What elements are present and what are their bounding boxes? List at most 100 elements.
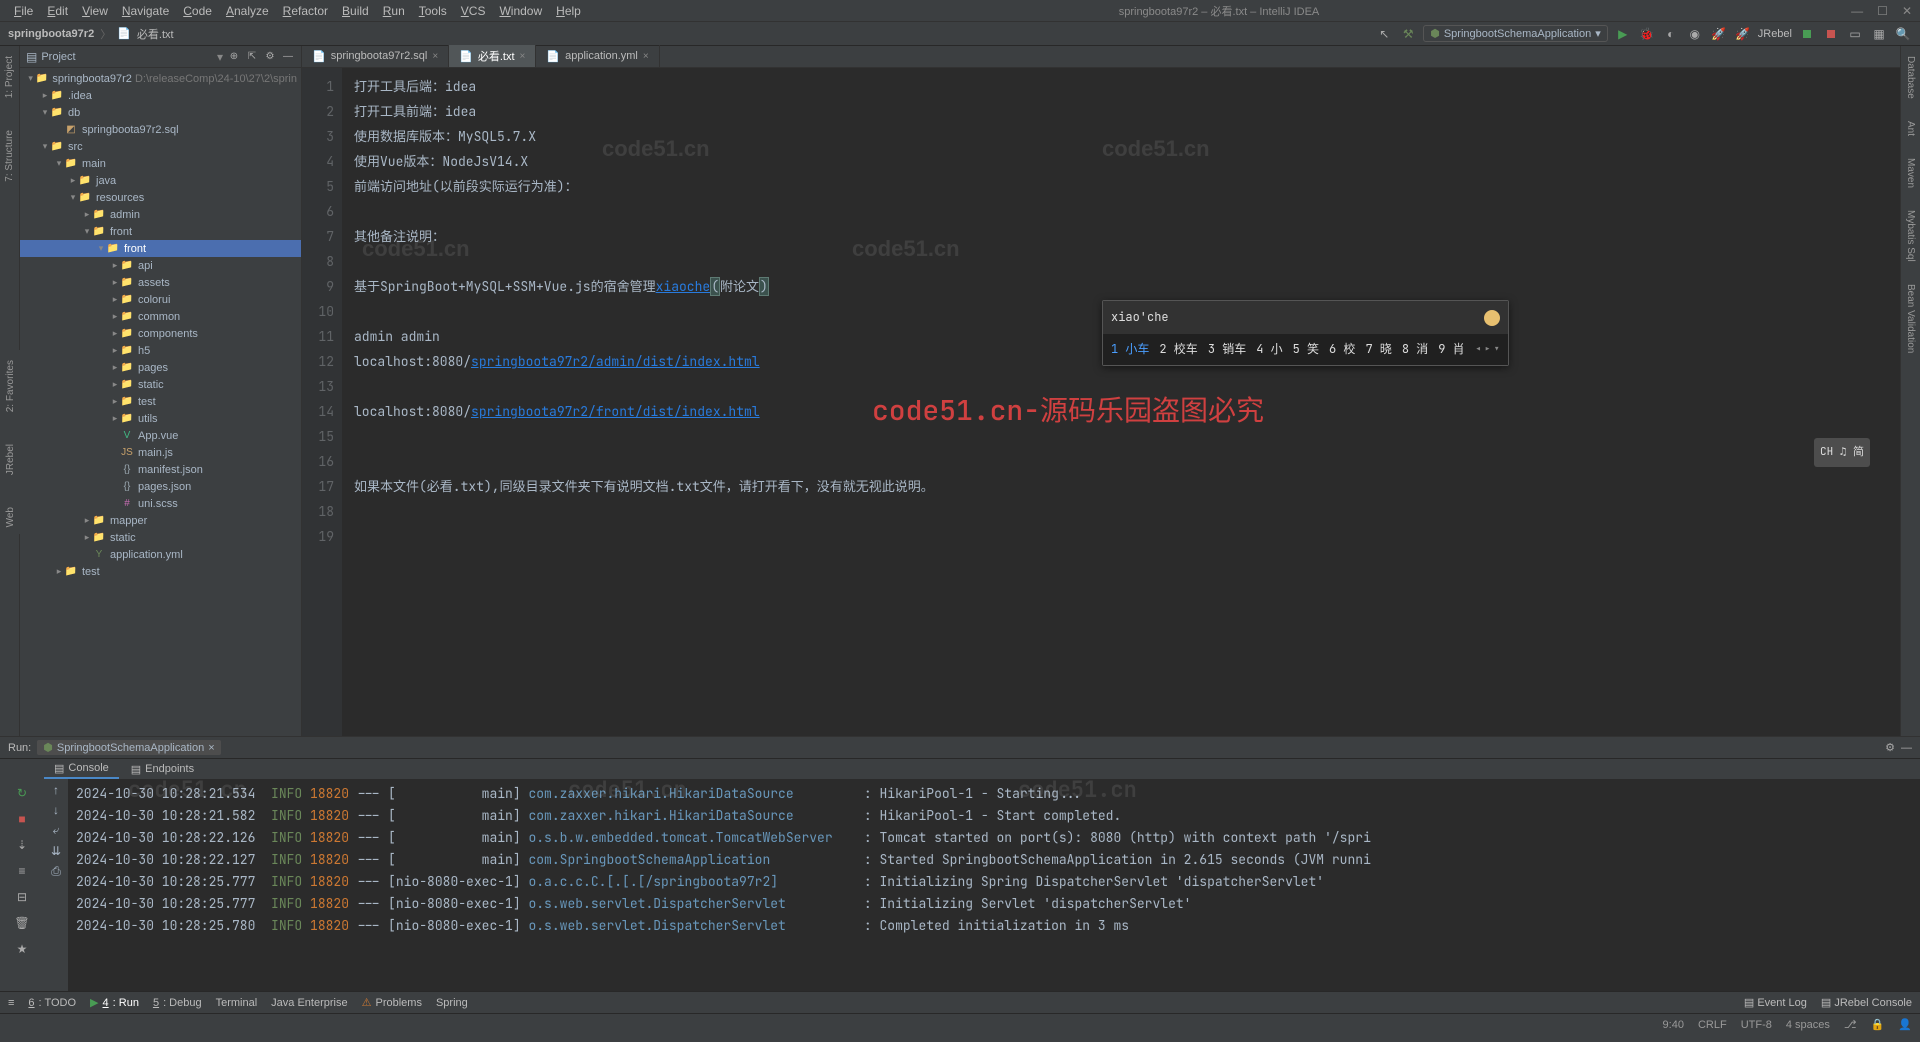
- stop-icon[interactable]: ■: [12, 809, 32, 829]
- menu-build[interactable]: Build: [336, 2, 375, 20]
- tree-node[interactable]: ▸📁test: [20, 563, 301, 580]
- tree-node[interactable]: ▸📁static: [20, 529, 301, 546]
- hammer-icon[interactable]: ⚒: [1399, 25, 1417, 43]
- profile-icon[interactable]: ◉: [1686, 25, 1704, 43]
- tree-node[interactable]: ▸📁pages: [20, 359, 301, 376]
- rerun-icon[interactable]: ↻: [12, 783, 32, 803]
- tree-node[interactable]: ▸📁static: [20, 376, 301, 393]
- back-icon[interactable]: ↖: [1375, 25, 1393, 43]
- tree-node[interactable]: ▾📁front: [20, 223, 301, 240]
- tree-node[interactable]: JSmain.js: [20, 444, 301, 461]
- bottom-tab[interactable]: Terminal: [216, 997, 258, 1009]
- tree-node[interactable]: ▸📁h5: [20, 342, 301, 359]
- project-tree[interactable]: ▾📁springboota97r2 D:\releaseComp\24-10\2…: [20, 68, 301, 736]
- menu-vcs[interactable]: VCS: [455, 2, 492, 20]
- bottom-tab[interactable]: ▤ Event Log: [1744, 996, 1807, 1009]
- bottom-tab[interactable]: ▶ 4: Run: [90, 996, 139, 1009]
- minimize-icon[interactable]: —: [1851, 4, 1863, 18]
- scroll-icon[interactable]: ⇊: [51, 844, 61, 858]
- ime-popup[interactable]: xiao'che 1 小车2 校车3 销车4 小5 笑6 校7 晓8 消9 肖◂…: [1102, 300, 1509, 366]
- encoding[interactable]: UTF-8: [1741, 1019, 1772, 1031]
- tree-node[interactable]: {}pages.json: [20, 478, 301, 495]
- run-icon[interactable]: ▶: [1614, 25, 1632, 43]
- menu-help[interactable]: Help: [550, 2, 587, 20]
- tree-node[interactable]: ▸📁common: [20, 308, 301, 325]
- console-output[interactable]: code51.cn code51.cn code51.cn 2024-10-30…: [68, 779, 1920, 991]
- menu-file[interactable]: File: [8, 2, 39, 20]
- editor-tab[interactable]: 📄springboota97r2.sql×: [302, 45, 449, 67]
- bottom-tab[interactable]: ≡: [8, 997, 14, 1009]
- print-icon[interactable]: ⎙: [51, 864, 61, 879]
- tree-node[interactable]: ▸📁admin: [20, 206, 301, 223]
- ime-candidates[interactable]: 1 小车2 校车3 销车4 小5 笑6 校7 晓8 消9 肖◂▸▾: [1103, 334, 1508, 365]
- maximize-icon[interactable]: ☐: [1877, 4, 1888, 18]
- eol[interactable]: CRLF: [1698, 1019, 1727, 1031]
- tree-node[interactable]: ▸📁api: [20, 257, 301, 274]
- bottom-tab[interactable]: ▤ JRebel Console: [1821, 996, 1912, 1009]
- indent[interactable]: 4 spaces: [1786, 1019, 1830, 1031]
- close-tab-icon[interactable]: ×: [520, 51, 526, 62]
- lock-icon[interactable]: 🔒: [1871, 1018, 1885, 1031]
- cursor-position[interactable]: 9:40: [1663, 1019, 1684, 1031]
- ime-candidate[interactable]: 4 小: [1256, 337, 1282, 362]
- tree-node[interactable]: ▾📁springboota97r2 D:\releaseComp\24-10\2…: [20, 70, 301, 87]
- ime-emoji-icon[interactable]: [1484, 310, 1500, 326]
- tree-node[interactable]: #uni.scss: [20, 495, 301, 512]
- hide-icon[interactable]: —: [281, 50, 295, 64]
- ime-candidate[interactable]: 6 校: [1329, 337, 1355, 362]
- attach-icon[interactable]: ⇣: [12, 835, 32, 855]
- gear-icon[interactable]: ⚙: [263, 50, 277, 64]
- git-branch-icon[interactable]: ⎇: [1844, 1018, 1857, 1031]
- editor-tab[interactable]: 📄必看.txt×: [449, 45, 536, 67]
- run-tab[interactable]: ▤Endpoints: [121, 761, 204, 778]
- rocket2-icon[interactable]: 🚀: [1734, 25, 1752, 43]
- ime-candidate[interactable]: 1 小车: [1111, 337, 1149, 362]
- menu-refactor[interactable]: Refactor: [277, 2, 334, 20]
- tool-tab[interactable]: Bean Validation: [1903, 278, 1918, 359]
- tool-tab[interactable]: 7: Structure: [2, 124, 17, 188]
- menu-navigate[interactable]: Navigate: [116, 2, 175, 20]
- gear-icon[interactable]: ⚙: [1885, 741, 1895, 754]
- wrap-icon[interactable]: ⤶: [53, 823, 60, 838]
- bottom-tab[interactable]: Java Enterprise: [271, 997, 347, 1009]
- ime-candidate[interactable]: 8 消: [1402, 337, 1428, 362]
- breadcrumb-file[interactable]: 必看.txt: [137, 26, 174, 42]
- code-content[interactable]: code51.cn-源码乐园盗图必究 xiao'che 1 小车2 校车3 销车…: [342, 68, 1900, 736]
- tree-node[interactable]: Yapplication.yml: [20, 546, 301, 563]
- search-icon[interactable]: 🔍: [1894, 25, 1912, 43]
- inspect-icon[interactable]: 👤: [1898, 1018, 1912, 1031]
- tool-tab[interactable]: Database: [1903, 50, 1918, 105]
- tree-node[interactable]: VApp.vue: [20, 427, 301, 444]
- rocket-icon[interactable]: 🚀: [1710, 25, 1728, 43]
- breadcrumb-project[interactable]: springboota97r2: [8, 28, 94, 40]
- menu-view[interactable]: View: [76, 2, 114, 20]
- pretty-icon[interactable]: ≡: [12, 861, 32, 881]
- crosshair-icon[interactable]: ⊕: [227, 50, 241, 64]
- close-tab-icon[interactable]: ×: [432, 51, 438, 62]
- coverage-icon[interactable]: ◐: [1662, 25, 1680, 43]
- bottom-tab[interactable]: 5: Debug: [153, 997, 202, 1009]
- run-config-selector[interactable]: ⬢ SpringbootSchemaApplication ▾: [1423, 25, 1608, 42]
- collapse-icon[interactable]: ⇱: [245, 50, 259, 64]
- tree-node[interactable]: ▸📁colorui: [20, 291, 301, 308]
- ime-candidate[interactable]: 2 校车: [1159, 337, 1197, 362]
- tree-node[interactable]: ◩springboota97r2.sql: [20, 121, 301, 138]
- tree-node[interactable]: ▸📁java: [20, 172, 301, 189]
- tool-tab[interactable]: Maven: [1903, 152, 1918, 194]
- run-config-name[interactable]: ⬢ SpringbootSchemaApplication ×: [37, 740, 220, 755]
- tool-tab[interactable]: JRebel: [3, 438, 18, 481]
- editor-tab[interactable]: 📄application.yml×: [536, 45, 659, 67]
- menu-run[interactable]: Run: [377, 2, 411, 20]
- tree-node[interactable]: ▸📁.idea: [20, 87, 301, 104]
- tree-node[interactable]: ▾📁front: [20, 240, 301, 257]
- tool-tab[interactable]: 2: Favorites: [3, 354, 18, 418]
- tool-tab[interactable]: Mybatis Sql: [1903, 204, 1918, 268]
- bottom-tab[interactable]: 6: TODO: [28, 997, 76, 1009]
- tool-tab[interactable]: 1: Project: [2, 50, 17, 104]
- menu-analyze[interactable]: Analyze: [220, 2, 275, 20]
- jr-run-icon[interactable]: [1798, 25, 1816, 43]
- up-icon[interactable]: ↑: [53, 783, 59, 797]
- tree-node[interactable]: ▾📁src: [20, 138, 301, 155]
- tree-node[interactable]: ▾📁resources: [20, 189, 301, 206]
- bottom-tab[interactable]: ⚠ Problems: [362, 996, 422, 1009]
